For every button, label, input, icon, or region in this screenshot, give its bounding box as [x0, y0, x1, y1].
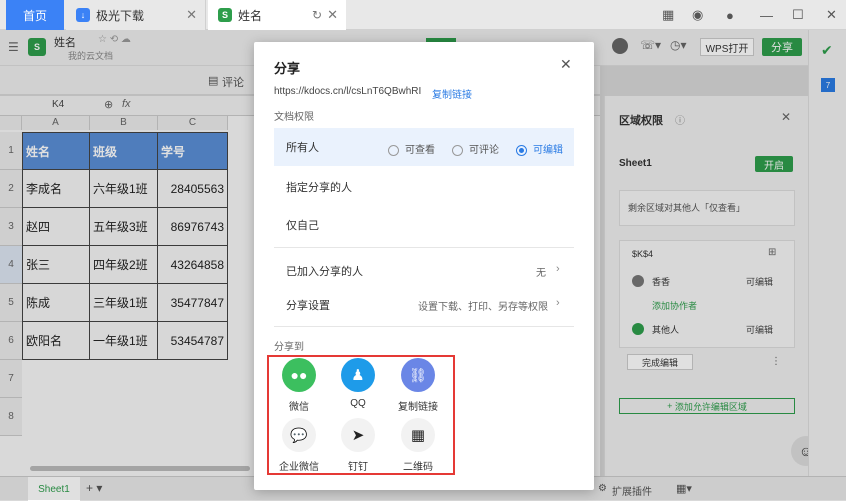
option-only-me[interactable]: 仅自己 — [274, 206, 574, 244]
title-bar: 首页 ↓ 极光下载 ✕ S 姓名 ↻ ✕ ▦ ◉ ● — ☐ ✕ — [0, 0, 846, 30]
option-specified-label: 指定分享的人 — [286, 182, 352, 194]
copy-link-button[interactable]: 复制链接 — [432, 86, 472, 101]
spreadsheet-icon: S — [218, 8, 232, 22]
share-copy-link[interactable]: ⛓ 复制链接 — [388, 358, 448, 413]
share-qrcode-label: 二维码 — [403, 462, 433, 473]
divider — [274, 247, 574, 248]
option-everyone-label: 所有人 — [286, 142, 319, 154]
tab-document[interactable]: S 姓名 ↻ ✕ — [208, 0, 346, 30]
chevron-right-icon: › — [556, 263, 560, 275]
close-icon[interactable]: ✕ — [327, 7, 338, 23]
share-copy-link-label: 复制链接 — [398, 402, 438, 413]
chat-icon[interactable]: ◉ — [692, 0, 703, 30]
joined-users-value: 无 — [536, 268, 546, 279]
dingtalk-icon: ➤ — [341, 418, 375, 452]
tab-home-label: 首页 — [22, 8, 47, 23]
tab-home[interactable]: 首页 — [6, 0, 64, 30]
option-specified[interactable]: 指定分享的人 — [274, 168, 574, 206]
divider — [274, 326, 574, 327]
share-wecom-label: 企业微信 — [279, 462, 319, 473]
option-only-me-label: 仅自己 — [286, 220, 319, 232]
avatar-icon[interactable]: ● — [726, 0, 734, 30]
share-qrcode[interactable]: ▦ 二维码 — [388, 418, 448, 473]
radio-icon — [388, 144, 399, 156]
permission-section-title: 文档权限 — [274, 112, 314, 123]
qrcode-icon: ▦ — [401, 418, 435, 452]
radio-edit[interactable]: 可编辑 — [516, 141, 563, 156]
radio-view-label: 可查看 — [405, 145, 435, 156]
link-icon: ⛓ — [401, 358, 435, 392]
grid-icon[interactable]: ▦ — [662, 0, 674, 30]
minimize-icon[interactable]: — — [760, 0, 773, 30]
share-qq-label: QQ — [350, 398, 366, 409]
radio-edit-label: 可编辑 — [533, 145, 563, 156]
download-app-icon: ↓ — [76, 8, 90, 22]
share-wechat-label: 微信 — [289, 402, 309, 413]
share-to-title: 分享到 — [274, 342, 304, 353]
share-qq[interactable]: ♟ QQ — [328, 358, 388, 409]
share-wecom[interactable]: 💬 企业微信 — [269, 418, 329, 473]
refresh-icon[interactable]: ↻ — [312, 8, 322, 22]
maximize-icon[interactable]: ☐ — [792, 0, 804, 30]
radio-comment-label: 可评论 — [469, 145, 499, 156]
share-dingtalk[interactable]: ➤ 钉钉 — [328, 418, 388, 473]
wecom-icon: 💬 — [282, 418, 316, 452]
window-close-icon[interactable]: ✕ — [826, 0, 837, 30]
option-everyone[interactable]: 所有人 可查看 可评论 可编辑 — [274, 128, 574, 166]
tab-document-label: 姓名 — [238, 8, 263, 23]
qq-icon: ♟ — [341, 358, 375, 392]
share-dingtalk-label: 钉钉 — [348, 462, 368, 473]
radio-comment[interactable]: 可评论 — [452, 141, 499, 156]
share-settings-label: 分享设置 — [286, 300, 330, 312]
share-settings-row[interactable]: 分享设置 设置下载、打印、另存等权限 › — [274, 286, 574, 324]
radio-icon — [452, 144, 463, 156]
share-settings-value: 设置下载、打印、另存等权限 — [418, 302, 548, 313]
radio-selected-icon — [516, 144, 527, 156]
close-icon[interactable]: ✕ — [186, 7, 197, 23]
joined-users-label: 已加入分享的人 — [286, 266, 363, 278]
share-link[interactable]: https://kdocs.cn/l/csLnT6QBwhRI — [274, 86, 421, 97]
dialog-title: 分享 — [274, 61, 301, 76]
radio-view[interactable]: 可查看 — [388, 141, 435, 156]
tab-download[interactable]: ↓ 极光下载 ✕ — [66, 0, 206, 30]
tab-download-label: 极光下载 — [96, 8, 145, 23]
share-wechat[interactable]: ●● 微信 — [269, 358, 329, 413]
joined-users-row[interactable]: 已加入分享的人 无 › — [274, 252, 574, 290]
chevron-right-icon: › — [556, 297, 560, 309]
share-dialog: 分享 ✕ https://kdocs.cn/l/csLnT6QBwhRI 复制链… — [254, 42, 594, 490]
close-icon[interactable]: ✕ — [560, 56, 572, 73]
wechat-icon: ●● — [282, 358, 316, 392]
